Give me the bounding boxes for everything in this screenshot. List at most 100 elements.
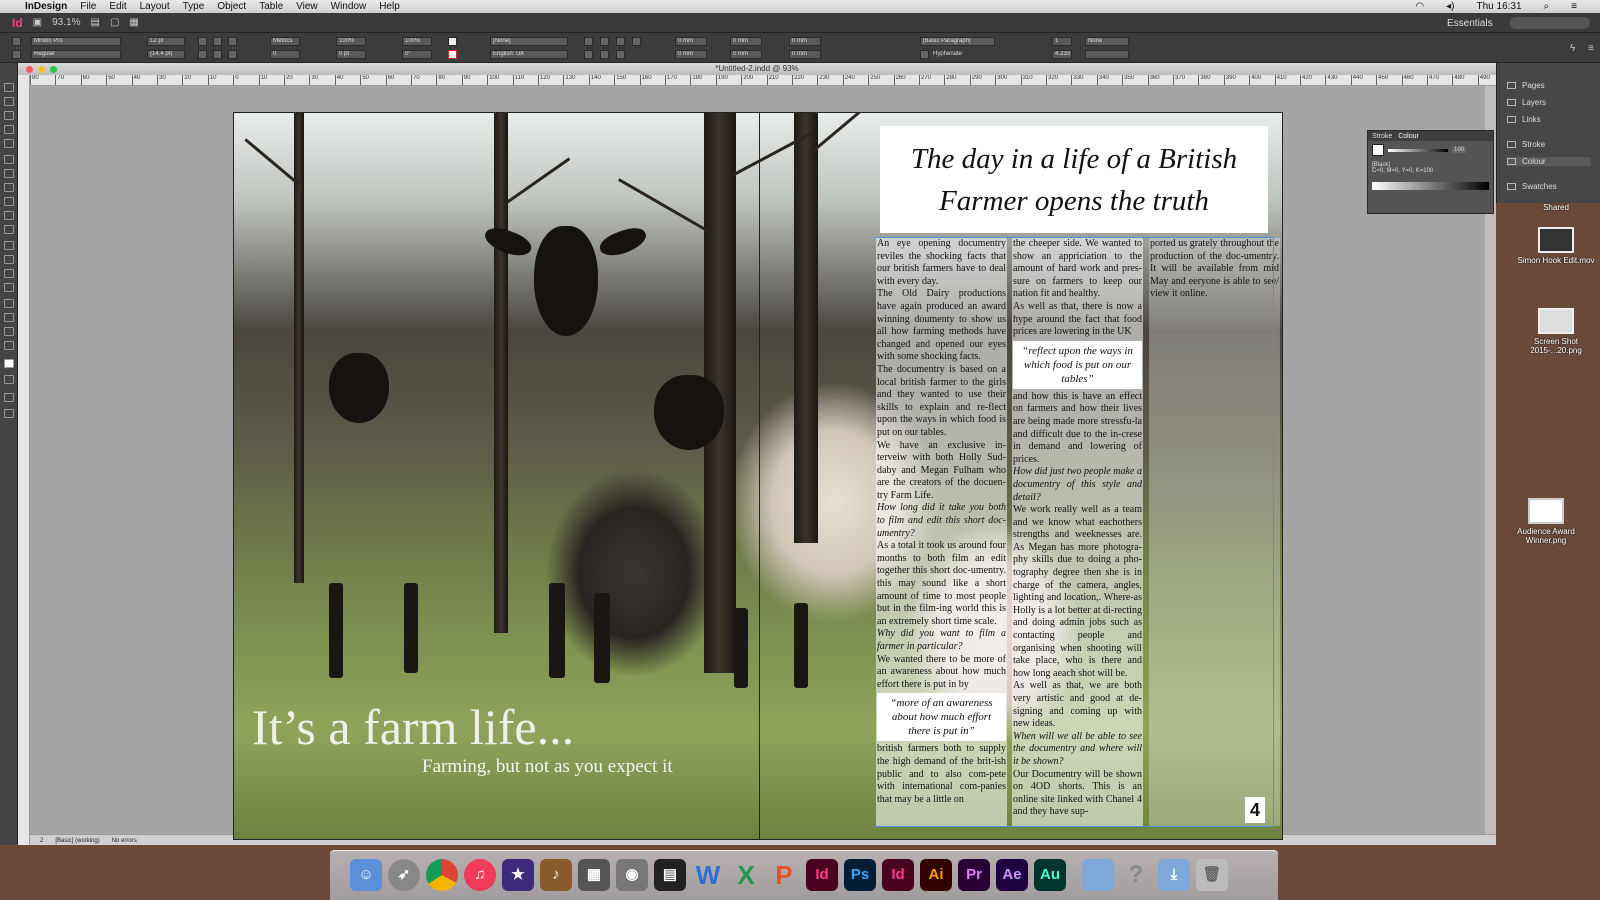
content-collector-icon[interactable] — [4, 139, 14, 148]
layers-panel-tab[interactable]: Layers — [1507, 98, 1546, 107]
fill-swatch-icon[interactable] — [4, 359, 14, 368]
menu-file[interactable]: File — [80, 1, 96, 12]
view-options-icon[interactable]: ▤ — [90, 17, 99, 28]
minimize-window-icon[interactable] — [38, 66, 45, 73]
font-style-field[interactable]: Regular — [31, 50, 121, 59]
screen-mode-icon[interactable]: ▢ — [110, 17, 119, 28]
preflight-status[interactable]: No errors — [112, 838, 137, 844]
line-tool-icon[interactable] — [4, 169, 14, 178]
help-icon[interactable]: ? — [1120, 859, 1152, 891]
font-family-field[interactable]: Minion Pro — [31, 37, 121, 46]
free-transform-tool-icon[interactable] — [4, 255, 14, 264]
colour-tab[interactable]: Colour — [1398, 133, 1419, 140]
links-panel-tab[interactable]: Links — [1507, 115, 1541, 124]
page-number-field[interactable]: 2 — [40, 838, 43, 844]
photo-icon[interactable]: ▦ — [578, 859, 610, 891]
paragraph-mode-icon[interactable] — [12, 50, 21, 59]
underline-icon[interactable] — [228, 37, 237, 46]
volume-icon[interactable]: ◂) — [1446, 1, 1454, 12]
language-field[interactable]: English: UK — [490, 50, 568, 59]
direct-selection-tool-icon[interactable] — [4, 97, 14, 106]
horizontal-scale-field[interactable]: 100% — [402, 37, 432, 46]
garageband-icon[interactable]: ♪ — [540, 859, 572, 891]
hand-tool-icon[interactable] — [4, 327, 14, 336]
document-tab[interactable]: *Untitled-2.indd @ 93% — [18, 63, 1496, 75]
spread-subtitle[interactable]: Farming, but not as you expect it — [422, 756, 673, 778]
menu-table[interactable]: Table — [259, 1, 283, 12]
arrange-icon[interactable]: ▦ — [129, 17, 138, 28]
menu-type[interactable]: Type — [183, 1, 205, 12]
excel-icon[interactable]: X — [730, 859, 762, 891]
pencil-tool-icon[interactable] — [4, 197, 14, 206]
scissors-tool-icon[interactable] — [4, 241, 14, 250]
pages-panel-tab[interactable]: Pages — [1507, 81, 1545, 90]
align-right-icon[interactable] — [616, 37, 625, 46]
preview-icon[interactable]: ◉ — [616, 859, 648, 891]
align-center-icon[interactable] — [600, 37, 609, 46]
chrome-icon[interactable] — [426, 859, 458, 891]
illustrator-icon[interactable]: Ai — [920, 859, 952, 891]
menu-edit[interactable]: Edit — [109, 1, 126, 12]
zoom-level[interactable]: 93.1% — [52, 17, 80, 28]
trash-icon[interactable]: 🗑 — [1196, 859, 1228, 891]
after-effects-icon[interactable]: Ae — [996, 859, 1028, 891]
gap-tool-icon[interactable] — [4, 125, 14, 134]
gutter-field[interactable]: 4.233 — [1052, 50, 1072, 59]
text-column-3[interactable]: ported us grately throughout the product… — [1149, 238, 1280, 826]
right-indent-field[interactable]: 0 mm — [730, 37, 762, 46]
word-icon[interactable]: W — [692, 859, 724, 891]
final-cut-icon[interactable]: ▤ — [654, 859, 686, 891]
page-tool-icon[interactable] — [4, 111, 14, 120]
zoom-tool-icon[interactable] — [4, 341, 14, 350]
list-icon[interactable]: ≡ — [1571, 1, 1577, 12]
tint-slider[interactable] — [1388, 148, 1448, 152]
all-caps-icon[interactable] — [198, 37, 207, 46]
left-indent-field[interactable]: 0 mm — [675, 37, 707, 46]
align-left-icon[interactable] — [584, 37, 593, 46]
menu-window[interactable]: Window — [331, 1, 367, 12]
space-after-field[interactable]: 0 mm — [789, 50, 821, 59]
app-menu[interactable]: InDesign — [25, 1, 67, 12]
bullets-field[interactable]: None — [1085, 37, 1129, 46]
paragraph-style-field[interactable]: [Basic Paragraph] — [920, 37, 995, 46]
rectangle-frame-tool-icon[interactable] — [4, 211, 14, 220]
menu-object[interactable]: Object — [217, 1, 246, 12]
leading-field[interactable]: (14.4 pt) — [147, 50, 185, 59]
launchpad-icon[interactable]: ➶ — [388, 859, 420, 891]
swatches-panel-tab[interactable]: Swatches — [1507, 182, 1557, 191]
bridge-icon[interactable]: ▣ — [33, 17, 42, 28]
audition-icon[interactable]: Au — [1034, 859, 1066, 891]
photoshop-icon[interactable]: Ps — [844, 859, 876, 891]
skew-field[interactable]: 0° — [402, 50, 432, 59]
page-spread[interactable]: It’s a farm life... Farming, but not as … — [233, 112, 1283, 840]
tracking-field[interactable]: 0 — [270, 50, 300, 59]
downloads-icon[interactable]: ⤓ — [1158, 859, 1190, 891]
wifi-icon[interactable]: ◠ — [1415, 1, 1424, 12]
font-size-field[interactable]: 12 pt — [147, 37, 185, 46]
screen-mode-icon[interactable] — [4, 409, 14, 418]
align-towards-spine-icon[interactable] — [600, 50, 609, 59]
powerpoint-icon[interactable]: P — [768, 859, 800, 891]
lightning-icon[interactable]: ϟ — [1570, 43, 1575, 54]
vertical-scale-field[interactable]: 100% — [336, 37, 366, 46]
character-mode-icon[interactable] — [12, 37, 21, 46]
superscript-icon[interactable] — [198, 50, 207, 59]
close-window-icon[interactable] — [26, 66, 33, 73]
align-away-spine-icon[interactable] — [616, 50, 625, 59]
premiere-icon[interactable]: Pr — [958, 859, 990, 891]
menu-view[interactable]: View — [296, 1, 318, 12]
itunes-icon[interactable]: ♫ — [464, 859, 496, 891]
hyphenate-checkbox[interactable] — [920, 50, 929, 59]
justify-all-icon[interactable] — [584, 50, 593, 59]
indesign-icon[interactable]: Id — [882, 859, 914, 891]
imovie-icon[interactable]: ★ — [502, 859, 534, 891]
pen-tool-icon[interactable] — [4, 183, 14, 192]
horizontal-ruler[interactable]: 80 70 60 50 40 30 20 10 0 10 20 30 40 50 60 70 80 90 100 11… — [30, 75, 1496, 86]
text-stroke-icon[interactable] — [448, 50, 457, 59]
justify-icon[interactable] — [632, 37, 641, 46]
menu-layout[interactable]: Layout — [140, 1, 170, 12]
note-tool-icon[interactable] — [4, 299, 14, 308]
columns-field[interactable]: 1 — [1052, 37, 1072, 46]
colour-panel-tab[interactable]: Colour — [1507, 157, 1591, 166]
menu-help[interactable]: Help — [379, 1, 400, 12]
